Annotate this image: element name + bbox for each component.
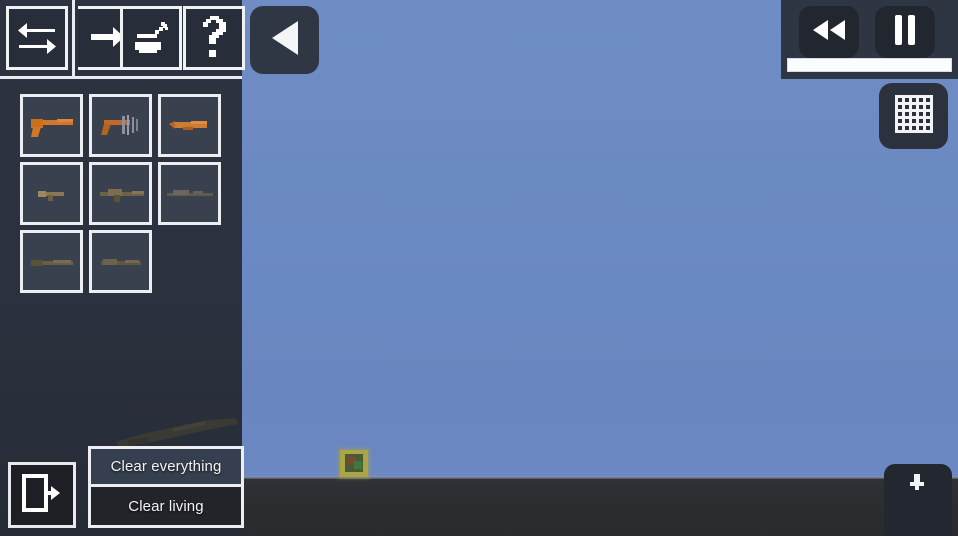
spawned-entity[interactable] — [337, 448, 371, 479]
rifle-sprite — [100, 258, 141, 265]
grid-icon — [893, 93, 935, 140]
smg-sprite — [37, 190, 64, 201]
toolbar-divider — [0, 76, 242, 79]
swap-tool-button[interactable] — [6, 6, 68, 70]
weapon-grid-row — [20, 94, 230, 157]
rewind-icon — [811, 19, 847, 46]
weapon-slot-5[interactable] — [89, 162, 152, 225]
sawed-off-sprite — [168, 120, 207, 130]
spray-can-icon — [131, 18, 171, 58]
app-root: Clear everything Clear living — [0, 0, 958, 536]
weapon-slot-1[interactable] — [20, 94, 83, 157]
sidebar-toolbar — [0, 0, 245, 79]
playback-panel — [781, 0, 958, 79]
pistol-sprite — [30, 118, 73, 137]
exit-button[interactable] — [8, 462, 76, 528]
weapon-slot-6[interactable] — [158, 162, 221, 225]
pause-button[interactable] — [875, 6, 935, 58]
grid-toggle-button[interactable] — [879, 83, 948, 149]
anchor-pin-icon — [908, 473, 926, 496]
help-button[interactable] — [183, 6, 245, 70]
left-sidebar: Clear everything Clear living — [0, 0, 245, 536]
clear-living-label: Clear living — [128, 497, 204, 515]
weapon-grid-row — [20, 230, 230, 293]
weapon-slot-7[interactable] — [20, 230, 83, 293]
shotgun-sprite — [30, 259, 73, 266]
paint-tool-button[interactable] — [120, 6, 182, 70]
rewind-button[interactable] — [799, 6, 859, 58]
clear-everything-label: Clear everything — [110, 458, 222, 475]
weapon-slot-3[interactable] — [158, 94, 221, 157]
entity-mark-green — [354, 461, 362, 469]
weapon-slot-8[interactable] — [89, 230, 152, 293]
sniper-rifle-sprite — [166, 189, 213, 196]
time-scale-slider[interactable] — [787, 58, 952, 72]
triangle-left-icon — [268, 19, 302, 62]
clear-living-button[interactable]: Clear living — [91, 487, 241, 525]
anchor-button[interactable] — [884, 464, 952, 536]
assault-rifle-sprite — [99, 188, 144, 202]
weapon-slot-4[interactable] — [20, 162, 83, 225]
question-mark-icon — [199, 16, 229, 60]
pause-icon — [893, 14, 917, 50]
clear-everything-button[interactable]: Clear everything — [91, 449, 241, 487]
weapon-grid-row — [20, 162, 230, 225]
collapse-panel-button[interactable] — [250, 6, 319, 74]
weapon-grid — [20, 94, 230, 298]
swap-arrows-icon — [17, 21, 57, 55]
clear-button-group: Clear everything Clear living — [88, 446, 244, 528]
toolbar-separator — [72, 0, 75, 78]
weapon-slot-2[interactable] — [89, 94, 152, 157]
revolver-sprite — [100, 114, 138, 135]
exit-door-icon — [22, 473, 62, 517]
